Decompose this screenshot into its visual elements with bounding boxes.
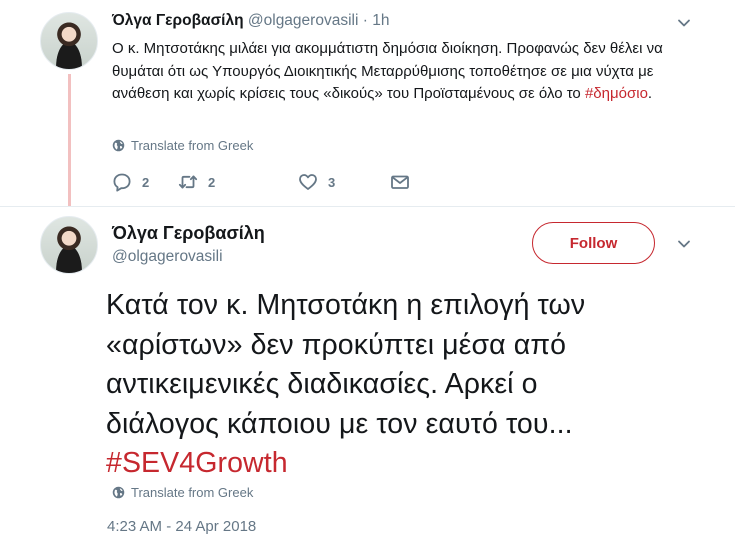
tweet-text-body: Ο κ. Μητσοτάκης μιλάει για ακομμάτιστη δ…	[112, 40, 663, 102]
tweet-text-line: Κατά τον κ. Μητσοτάκη η επιλογή των	[106, 289, 586, 321]
reply-icon	[113, 173, 131, 192]
tweet-text-end: .	[647, 85, 653, 102]
tweet-text: Ο κ. Μητσοτάκης μιλάει για ακομμάτιστη δ…	[112, 38, 712, 106]
chevron-down-icon[interactable]	[677, 16, 691, 30]
hashtag-link[interactable]: #δημόσιο	[585, 85, 648, 102]
author-handle[interactable]: @olgagerovasili	[248, 12, 359, 29]
direct-message-button[interactable]	[390, 172, 420, 192]
separator: ·	[362, 12, 368, 29]
like-icon	[299, 174, 317, 190]
translate-label: Translate from Greek	[131, 138, 254, 153]
globe-icon	[112, 486, 125, 499]
reply-tweet: Όλγα Γεροβασίλη @olgagerovasili · 1h Ο κ…	[0, 0, 735, 206]
retweet-count: 2	[208, 174, 216, 190]
tweet-actions: 2 2 3	[112, 172, 432, 194]
tweet-header: Όλγα Γεροβασίλη @olgagerovasili · 1h	[112, 12, 389, 30]
author-handle[interactable]: @olgagerovasili	[112, 248, 223, 266]
chevron-down-icon[interactable]	[677, 237, 691, 251]
hashtag-link[interactable]: #SEV4Growth	[106, 444, 706, 484]
tweet-timestamp[interactable]: 4:23 AM - 24 Apr 2018	[107, 518, 256, 535]
translate-link[interactable]: Translate from Greek	[112, 485, 253, 500]
like-count: 3	[328, 174, 336, 190]
avatar[interactable]	[40, 12, 98, 70]
tweet-time[interactable]: 1h	[372, 12, 389, 29]
globe-icon	[112, 139, 125, 152]
translate-link[interactable]: Translate from Greek	[112, 138, 253, 153]
like-button[interactable]: 3	[298, 172, 335, 192]
thread-line	[68, 74, 71, 206]
follow-button[interactable]: Follow	[532, 222, 655, 264]
tweet-text: Κατά τον κ. Μητσοτάκη η επιλογή των «αρί…	[106, 286, 706, 484]
tweet-text-line: «αρίστων» δεν προκύπτει μέσα από	[106, 328, 567, 361]
reply-count: 2	[142, 174, 150, 190]
author-name[interactable]: Όλγα Γεροβασίλη	[112, 223, 265, 244]
retweet-icon	[178, 175, 198, 189]
tweet-text-line: αντικειμενικές διαδικασίες. Αρκεί ο	[106, 368, 538, 400]
translate-label: Translate from Greek	[131, 485, 254, 500]
tweet-text-line: διάλογος κάποιου με τον εαυτό του...	[106, 407, 573, 440]
retweet-button[interactable]: 2	[178, 172, 215, 192]
reply-button[interactable]: 2	[112, 172, 149, 192]
message-icon	[391, 175, 409, 189]
divider	[0, 206, 735, 207]
avatar[interactable]	[40, 216, 98, 274]
author-name[interactable]: Όλγα Γεροβασίλη	[112, 12, 244, 29]
